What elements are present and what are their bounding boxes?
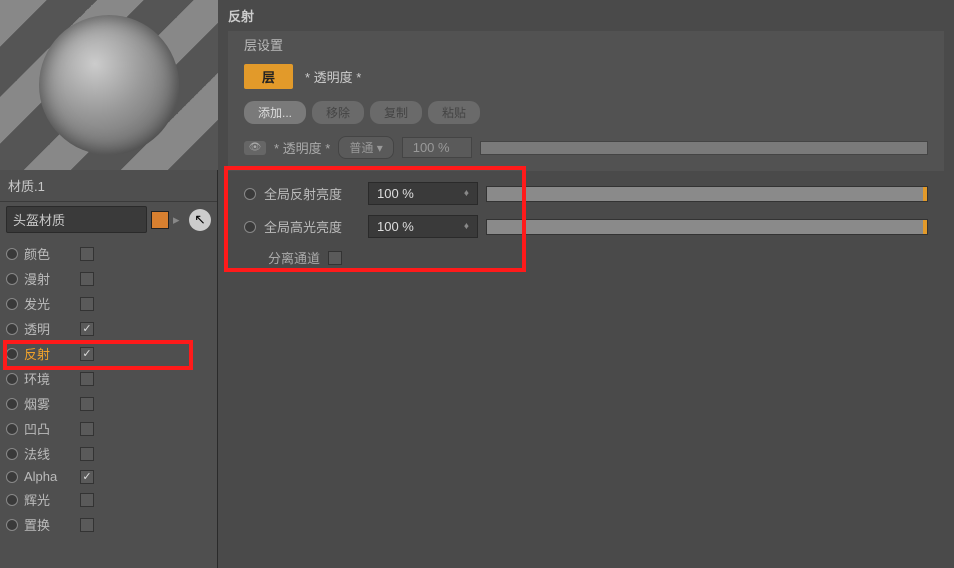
channel-label: 烟雾: [24, 394, 74, 413]
channel-displacement[interactable]: 置换: [0, 512, 217, 537]
channel-label: 漫射: [24, 269, 74, 288]
channel-label: 颜色: [24, 244, 74, 263]
separate-checkbox[interactable]: [328, 251, 342, 265]
radio-icon[interactable]: [6, 348, 18, 360]
global-reflect-row: 全局反射亮度 100 % ♦: [240, 177, 932, 210]
channel-checkbox[interactable]: [80, 297, 94, 311]
material-name[interactable]: 材质.1: [0, 170, 217, 202]
global-reflect-label: 全局反射亮度: [264, 184, 360, 203]
channel-list: 颜色 漫射 发光 透明 反射 环境 烟雾: [0, 237, 217, 541]
tab-transparency[interactable]: * 透明度 *: [299, 67, 367, 86]
channel-checkbox[interactable]: [80, 322, 94, 336]
spinner-icon[interactable]: ♦: [464, 188, 469, 199]
channel-alpha[interactable]: Alpha: [0, 466, 217, 487]
color-swatch[interactable]: [151, 211, 169, 229]
global-spec-row: 全局高光亮度 100 % ♦: [240, 210, 932, 243]
channel-diffuse[interactable]: 漫射: [0, 266, 217, 291]
radio-icon[interactable]: [6, 423, 18, 435]
preview-sphere: [39, 15, 179, 155]
global-reflect-slider[interactable]: [486, 186, 928, 202]
picker-icon[interactable]: ↖: [189, 209, 211, 231]
copy-button[interactable]: 复制: [370, 101, 422, 124]
channel-glow[interactable]: 辉光: [0, 487, 217, 512]
radio-icon[interactable]: [244, 221, 256, 233]
channel-checkbox[interactable]: [80, 493, 94, 507]
global-spec-input[interactable]: 100 % ♦: [368, 215, 478, 238]
channel-label: 置换: [24, 515, 74, 534]
opacity-label: * 透明度 *: [274, 138, 330, 157]
radio-icon[interactable]: [6, 471, 18, 483]
channel-checkbox[interactable]: [80, 518, 94, 532]
channel-checkbox[interactable]: [80, 397, 94, 411]
channel-bump[interactable]: 凹凸: [0, 416, 217, 441]
channel-label: 环境: [24, 369, 74, 388]
channel-checkbox[interactable]: [80, 247, 94, 261]
channel-luminance[interactable]: 发光: [0, 291, 217, 316]
channel-checkbox[interactable]: [80, 422, 94, 436]
channel-checkbox[interactable]: [80, 272, 94, 286]
channel-label: 发光: [24, 294, 74, 313]
radio-icon[interactable]: [6, 494, 18, 506]
radio-icon[interactable]: [6, 323, 18, 335]
channel-transparency[interactable]: 透明: [0, 316, 217, 341]
radio-icon[interactable]: [6, 248, 18, 260]
tab-layer[interactable]: 层: [244, 64, 293, 89]
global-spec-label: 全局高光亮度: [264, 217, 360, 236]
paste-button[interactable]: 粘贴: [428, 101, 480, 124]
blend-mode-select[interactable]: 普通 ▾: [338, 136, 393, 159]
channel-environment[interactable]: 环境: [0, 366, 217, 391]
opacity-value-field[interactable]: 100 %: [402, 137, 472, 158]
channel-label: 透明: [24, 319, 74, 338]
radio-icon[interactable]: [244, 188, 256, 200]
add-button[interactable]: 添加...: [244, 101, 306, 124]
panel-title: 反射: [228, 6, 944, 25]
radio-icon[interactable]: [6, 273, 18, 285]
separate-channel-row: 分离通道: [240, 243, 932, 272]
radio-icon[interactable]: [6, 398, 18, 410]
channel-label: 反射: [24, 344, 74, 363]
global-reflect-input[interactable]: 100 % ♦: [368, 182, 478, 205]
radio-icon[interactable]: [6, 373, 18, 385]
material-type-dropdown[interactable]: 头盔材质: [6, 206, 147, 233]
channel-label: 辉光: [24, 490, 74, 509]
channel-checkbox[interactable]: [80, 447, 94, 461]
channel-checkbox[interactable]: [80, 470, 94, 484]
spinner-icon[interactable]: ♦: [464, 221, 469, 232]
remove-button[interactable]: 移除: [312, 101, 364, 124]
radio-icon[interactable]: [6, 448, 18, 460]
eye-icon[interactable]: [244, 141, 266, 155]
channel-checkbox[interactable]: [80, 347, 94, 361]
channel-color[interactable]: 颜色: [0, 241, 217, 266]
channel-normal[interactable]: 法线: [0, 441, 217, 466]
separate-label: 分离通道: [268, 248, 320, 267]
radio-icon[interactable]: [6, 519, 18, 531]
channel-checkbox[interactable]: [80, 372, 94, 386]
channel-reflection[interactable]: 反射: [0, 341, 217, 366]
channel-label: 凹凸: [24, 419, 74, 438]
chevron-right-icon[interactable]: ▸: [173, 212, 185, 228]
channel-label: Alpha: [24, 469, 74, 484]
material-preview: [0, 0, 218, 170]
opacity-slider[interactable]: [480, 141, 928, 155]
radio-icon[interactable]: [6, 298, 18, 310]
section-header: 层设置: [228, 31, 944, 58]
channel-fog[interactable]: 烟雾: [0, 391, 217, 416]
global-spec-slider[interactable]: [486, 219, 928, 235]
channel-label: 法线: [24, 444, 74, 463]
